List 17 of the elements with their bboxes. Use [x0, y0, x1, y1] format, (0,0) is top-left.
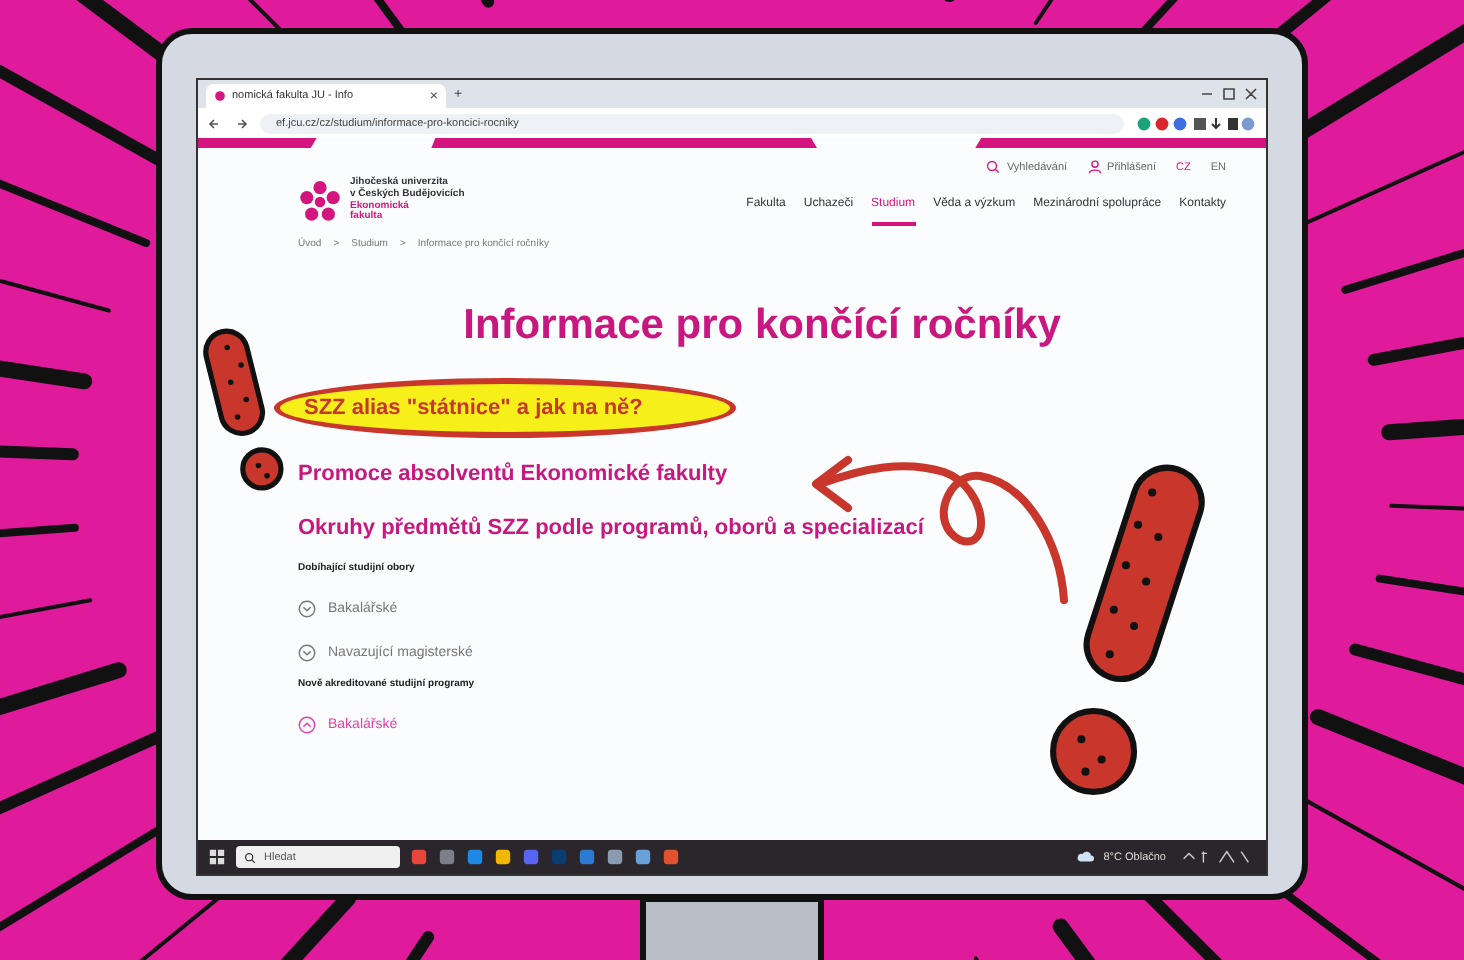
windows-icon[interactable]: [208, 848, 226, 866]
cloud-icon: [1075, 848, 1094, 866]
back-forward-icon[interactable]: [208, 115, 248, 131]
window-controls-icon[interactable]: [1198, 86, 1258, 102]
search-icon: [986, 160, 1001, 174]
page-link[interactable]: SZZ alias "státnice" a jak na ně?: [274, 378, 737, 438]
extension-icons[interactable]: [1136, 115, 1256, 131]
page-link[interactable]: Promoce absolventů Ekonomické fakulty: [298, 456, 728, 492]
flower-icon: [214, 90, 226, 102]
chevron-icon: [298, 644, 316, 662]
page-title: Informace pro končící ročníky: [461, 302, 1063, 350]
chevron-icon: [298, 716, 316, 734]
page-link[interactable]: Okruhy předmětů SZZ podle programů, oborů a specializací: [298, 510, 924, 546]
user-icon: [1087, 160, 1102, 174]
chevron-icon: [298, 600, 316, 618]
search-icon: [244, 851, 256, 863]
flower-logo-icon: [298, 179, 342, 223]
